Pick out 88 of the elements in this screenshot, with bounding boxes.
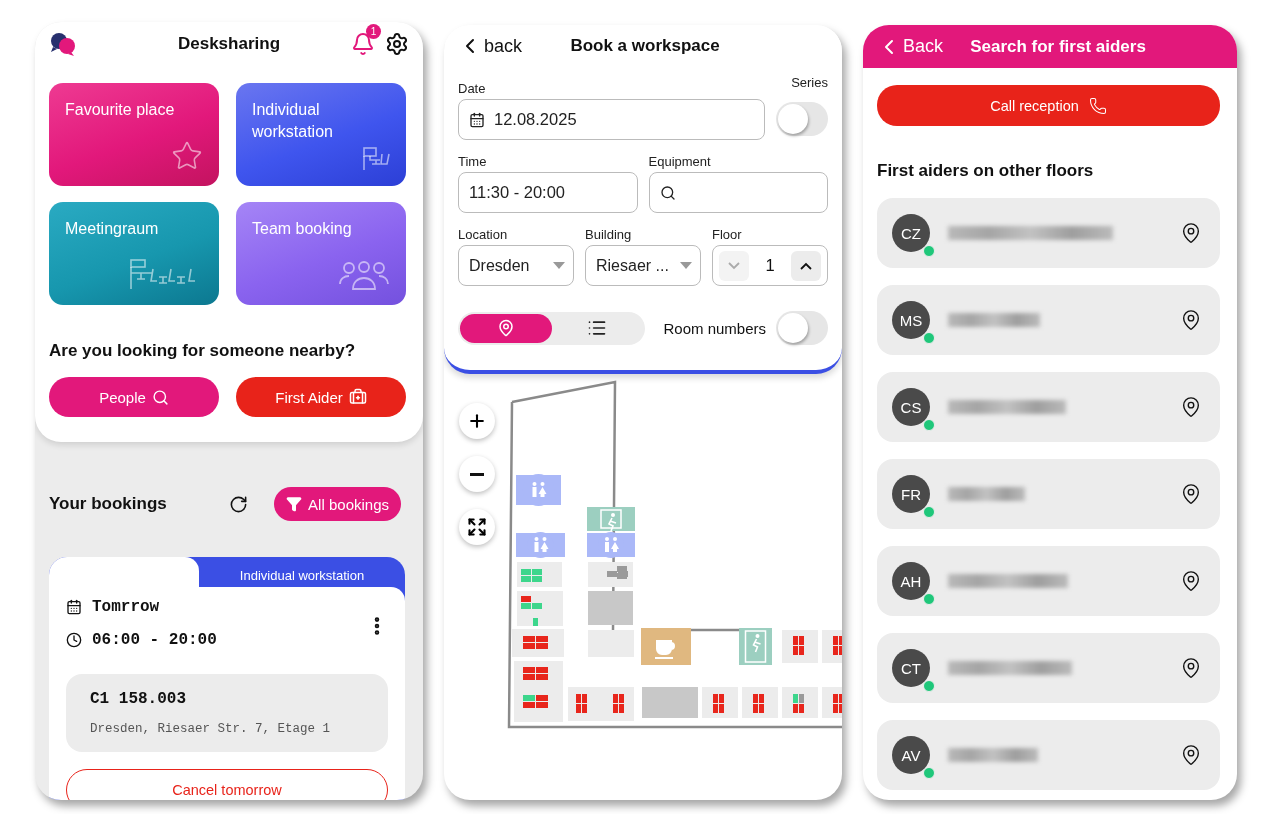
people-group-icon (338, 261, 390, 291)
first-aider-card[interactable]: CS (877, 372, 1220, 442)
avatar-initials: MS (892, 301, 930, 339)
toggle-label: Room numbers (662, 319, 766, 337)
app-title: Desksharing (176, 34, 281, 54)
back-link[interactable]: back (458, 34, 523, 58)
location-dropdown[interactable]: Dresden (458, 245, 574, 286)
chevron-down-icon (728, 261, 740, 270)
room-numbers-toggle[interactable] (776, 311, 828, 345)
equipment-search-field[interactable] (648, 172, 828, 213)
location-pin-icon[interactable] (1180, 222, 1202, 244)
phone-icon (1088, 96, 1107, 115)
call-reception-button[interactable]: Call reception (877, 85, 1220, 126)
screen-title: Search for first aiders (969, 36, 1147, 57)
screen-title: Book a workspace (569, 36, 721, 56)
settings-icon[interactable] (385, 32, 409, 56)
map-pin-icon (496, 319, 515, 337)
first-aider-card[interactable]: AV (877, 720, 1220, 790)
avatar-initials: CT (892, 649, 930, 687)
field-label: Date (458, 81, 487, 96)
first-aid-kit-icon (348, 388, 367, 406)
avatar-initials: CZ (892, 214, 930, 252)
search-icon (659, 184, 676, 201)
field-label: Location (458, 227, 509, 242)
fullscreen-button[interactable] (459, 509, 495, 545)
plus-icon (467, 411, 487, 431)
booking-tile[interactable]: Team booking (236, 202, 406, 305)
notification-badge: 1 (366, 24, 381, 39)
time-field[interactable]: 11:30 - 20:00 (458, 172, 638, 213)
booking-type-label: Individual workstation (238, 566, 366, 585)
section-heading: First aiders on other floors (877, 161, 1095, 181)
section-heading: Are you looking for someone nearby? (49, 341, 357, 361)
floor-up-button[interactable] (791, 250, 821, 281)
location-pin-icon[interactable] (1180, 309, 1202, 331)
minus-icon (470, 472, 484, 476)
star-icon (171, 140, 203, 172)
logo-icon (49, 31, 77, 57)
first-aider-card[interactable]: FR (877, 459, 1220, 529)
avatar-initials: FR (892, 475, 930, 513)
first-aider-card[interactable]: AH (877, 546, 1220, 616)
search-icon (151, 388, 169, 406)
desk-chair-icon (362, 146, 390, 172)
first-aider-card[interactable]: CZ (877, 198, 1220, 268)
chevron-up-icon (800, 261, 812, 270)
field-label: Floor (712, 227, 743, 242)
filter-icon (286, 496, 303, 512)
list-icon (587, 318, 608, 338)
location-pin-icon[interactable] (1180, 483, 1202, 505)
field-label: Time (458, 154, 488, 169)
date-field[interactable]: 12.08.2025 (458, 99, 765, 140)
zoom-in-button[interactable] (459, 403, 495, 439)
dropdown-caret-icon (553, 262, 565, 269)
section-heading: Your bookings (49, 494, 168, 514)
room-number: C1 158.003 (90, 690, 187, 708)
field-label: Series (791, 75, 828, 90)
first-aider-card[interactable]: CT (877, 633, 1220, 703)
calendar-icon (66, 599, 82, 615)
dropdown-caret-icon (680, 262, 692, 269)
zoom-out-button[interactable] (459, 456, 495, 492)
field-label: Building (585, 227, 633, 242)
avatar-initials: AV (892, 736, 930, 774)
series-toggle[interactable] (776, 102, 828, 136)
location-pin-icon[interactable] (1180, 396, 1202, 418)
booking-time: 06:00 - 20:00 (92, 631, 217, 649)
calendar-icon (469, 111, 485, 128)
view-tab[interactable] (460, 313, 552, 343)
booking-tile[interactable]: Favourite place (49, 83, 219, 186)
field-label: Equipment (648, 154, 712, 169)
first-aider-card[interactable]: MS (877, 285, 1220, 355)
location-pin-icon[interactable] (1180, 744, 1202, 766)
search-button[interactable]: People (49, 377, 219, 417)
floor-stepper[interactable]: 1 (712, 245, 828, 286)
location-pin-icon[interactable] (1180, 570, 1202, 592)
search-button[interactable]: First Aider (236, 377, 406, 417)
refresh-icon[interactable] (229, 494, 249, 514)
booking-day: Tomrrow (92, 598, 160, 616)
clock-icon (66, 632, 82, 648)
floor-value: 1 (765, 256, 775, 275)
filter-button[interactable]: All bookings (274, 487, 401, 521)
booking-tile[interactable]: Individual workstation (236, 83, 406, 186)
room-address: Dresden, Riesaer Str. 7, Etage 1 (90, 722, 332, 736)
location-pin-icon[interactable] (1180, 657, 1202, 679)
building-dropdown[interactable]: Riesaer ... (585, 245, 701, 286)
expand-icon (467, 517, 487, 537)
cancel-button[interactable]: Cancel tomorrow (66, 769, 388, 800)
avatar-initials: AH (892, 562, 930, 600)
back-link[interactable]: Back (877, 34, 944, 59)
avatar-initials: CS (892, 388, 930, 426)
